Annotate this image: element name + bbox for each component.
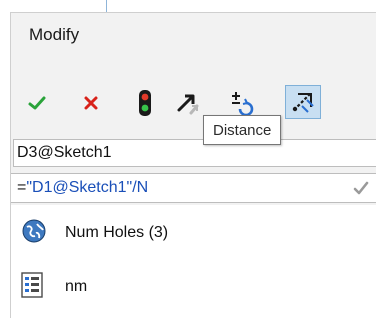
expression-field[interactable]: ="D1@Sketch1"/N [11,173,376,203]
confirm-expression-button[interactable] [351,178,371,203]
arrow-reset-icon [177,94,199,115]
distance-measure-icon [292,93,314,113]
list-item[interactable]: Num Holes (3) [11,211,376,255]
distance-button[interactable] [285,85,321,119]
close-icon [84,96,98,110]
expression-text: ="D1@Sketch1"/N [17,179,148,197]
equation-list: Num Holes (3) nm [11,205,376,318]
dimension-name-value: D3@Sketch1 [17,144,112,161]
reset-button[interactable] [173,85,203,121]
ok-button[interactable] [25,85,49,121]
dialog-title: Modify [29,25,80,44]
modify-dialog: Modify D3@Sketch1 ="D1@Sketch1"/N Num Ho… [10,12,376,318]
checkmark-icon [28,96,46,110]
distance-tooltip: Distance [203,115,282,145]
cancel-button[interactable] [79,85,103,121]
list-item[interactable]: nm [11,265,376,309]
traffic-light-icon [139,90,151,116]
list-item-label: Num Holes (3) [65,224,169,241]
checkmark-icon [353,181,369,195]
background-strip [0,0,376,12]
expression-value: "D1@Sketch1"/N [26,179,149,196]
guide-line [106,0,107,12]
rebuild-button[interactable] [133,85,157,121]
expression-prefix: = [17,179,27,196]
globe-variable-icon [21,218,47,249]
dialog-toolbar [11,85,376,125]
list-table-icon [21,271,43,303]
plus-minus-spin-icon [232,92,254,117]
list-item-label: nm [65,278,88,295]
